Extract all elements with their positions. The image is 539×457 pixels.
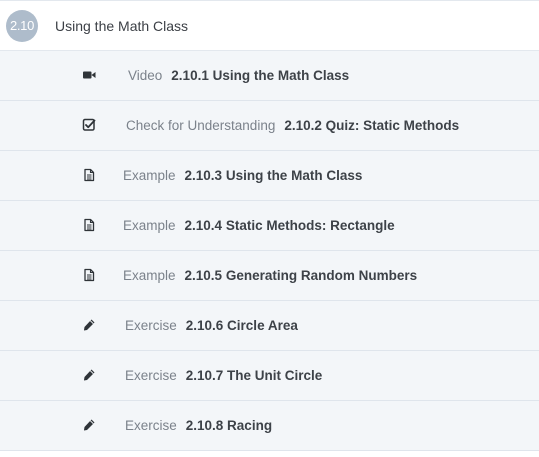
document-icon bbox=[82, 168, 96, 182]
document-icon bbox=[82, 268, 96, 282]
pencil-icon bbox=[82, 368, 96, 382]
item-type-label: Video bbox=[128, 68, 163, 83]
item-title: 2.10.5 Generating Random Numbers bbox=[184, 268, 418, 283]
video-icon bbox=[82, 68, 96, 82]
item-type-label: Example bbox=[123, 218, 176, 233]
lesson-item-example[interactable]: Example 2.10.4 Static Methods: Rectangle bbox=[0, 201, 539, 251]
lesson-item-video[interactable]: Video 2.10.1 Using the Math Class bbox=[0, 51, 539, 101]
pencil-icon bbox=[82, 318, 96, 332]
item-title: 2.10.4 Static Methods: Rectangle bbox=[184, 218, 395, 233]
lesson-outline: 2.10 Using the Math Class Video 2.10.1 Us… bbox=[0, 0, 539, 457]
item-type-label: Exercise bbox=[125, 418, 177, 433]
lesson-item-exercise[interactable]: Exercise 2.10.8 Racing bbox=[0, 401, 539, 451]
pencil-icon bbox=[82, 418, 96, 432]
item-type-label: Example bbox=[123, 168, 176, 183]
item-title: 2.10.8 Racing bbox=[185, 418, 273, 433]
footer-space bbox=[0, 451, 539, 457]
checkbox-icon bbox=[82, 118, 96, 132]
lesson-item-exercise[interactable]: Exercise 2.10.6 Circle Area bbox=[0, 301, 539, 351]
item-type-label: Exercise bbox=[125, 368, 177, 383]
lesson-item-example[interactable]: Example 2.10.5 Generating Random Numbers bbox=[0, 251, 539, 301]
item-title: 2.10.6 Circle Area bbox=[185, 318, 298, 333]
item-title: 2.10.7 The Unit Circle bbox=[185, 368, 323, 383]
section-header[interactable]: 2.10 Using the Math Class bbox=[0, 1, 539, 51]
section-number-badge: 2.10 bbox=[6, 10, 38, 42]
lesson-item-list: Video 2.10.1 Using the Math Class Check f… bbox=[0, 51, 539, 451]
item-type-label: Exercise bbox=[125, 318, 177, 333]
section-title: Using the Math Class bbox=[55, 18, 189, 34]
item-title: 2.10.1 Using the Math Class bbox=[171, 68, 350, 83]
document-icon bbox=[82, 218, 96, 232]
lesson-item-example[interactable]: Example 2.10.3 Using the Math Class bbox=[0, 151, 539, 201]
item-type-label: Check for Understanding bbox=[126, 118, 276, 133]
item-type-label: Example bbox=[123, 268, 176, 283]
item-title: 2.10.2 Quiz: Static Methods bbox=[284, 118, 460, 133]
lesson-item-quiz[interactable]: Check for Understanding 2.10.2 Quiz: Stat… bbox=[0, 101, 539, 151]
lesson-item-exercise[interactable]: Exercise 2.10.7 The Unit Circle bbox=[0, 351, 539, 401]
item-title: 2.10.3 Using the Math Class bbox=[184, 168, 363, 183]
